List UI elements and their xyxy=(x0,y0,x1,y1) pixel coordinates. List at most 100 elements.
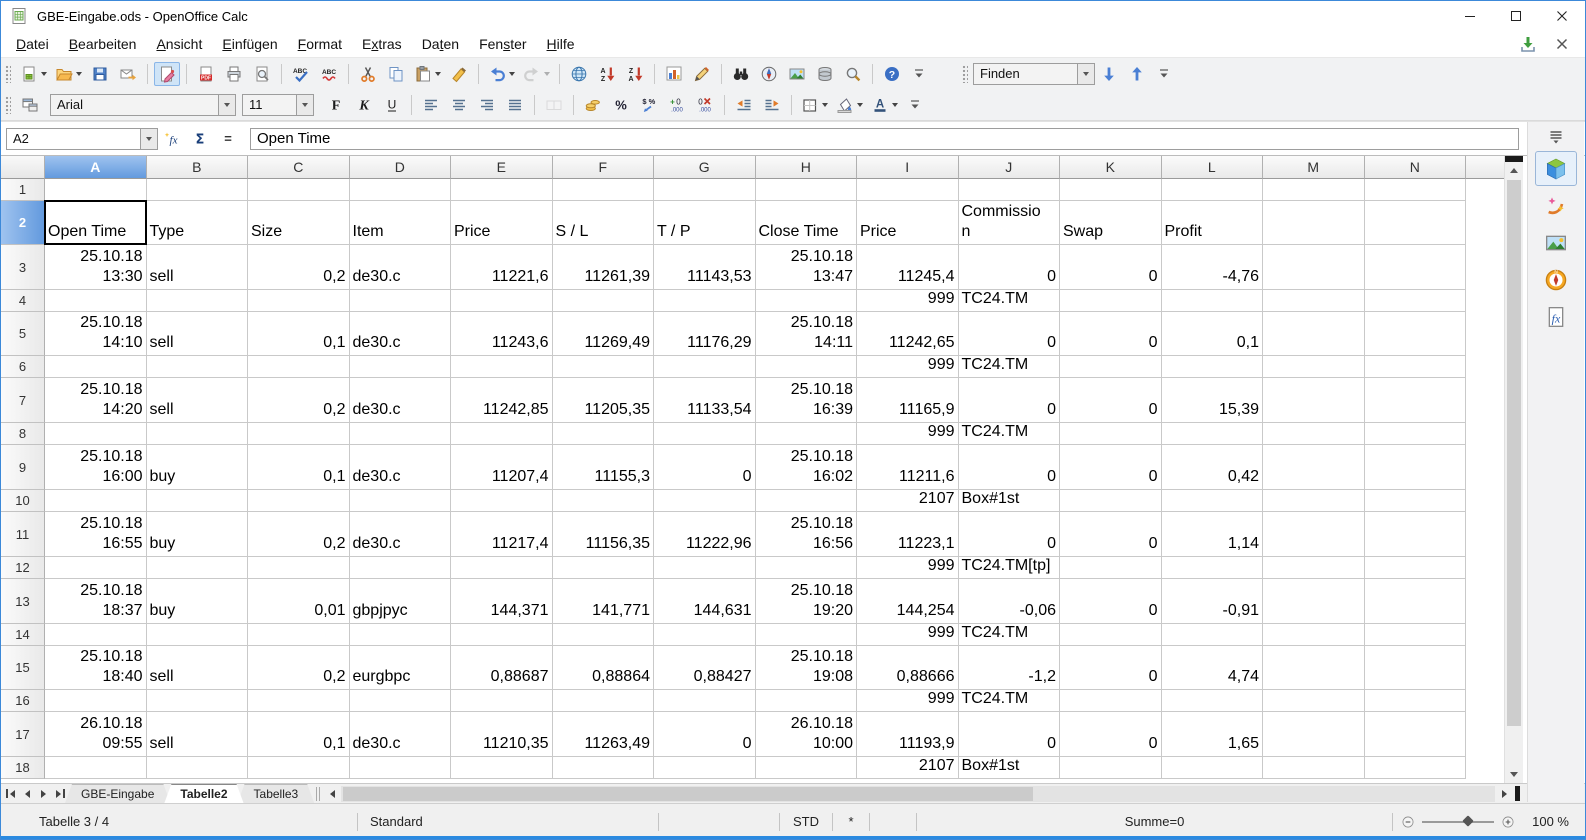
chart-button[interactable] xyxy=(661,62,687,86)
cell-L8[interactable] xyxy=(1162,423,1264,445)
borders-dropdown-icon[interactable] xyxy=(822,103,828,110)
background-color-dropdown-icon[interactable] xyxy=(857,103,863,110)
cell-F11[interactable]: 11156,35 xyxy=(553,512,655,557)
cell-F15[interactable]: 0,88864 xyxy=(553,646,655,690)
increase-indent-button[interactable] xyxy=(759,93,785,117)
data-sources-button[interactable] xyxy=(812,62,838,86)
find-input[interactable]: Finden xyxy=(973,63,1095,85)
cell-E17[interactable]: 11210,35 xyxy=(451,712,553,757)
vertical-scroll-track[interactable] xyxy=(1506,179,1522,766)
menu-daten[interactable]: Daten xyxy=(412,32,469,56)
cell-G7[interactable]: 11133,54 xyxy=(654,378,756,423)
cell-C18[interactable] xyxy=(248,757,350,779)
cell-D14[interactable] xyxy=(350,624,452,646)
edit-mode-button[interactable] xyxy=(154,62,180,86)
cell-K3[interactable]: 0 xyxy=(1060,245,1162,290)
cell-I17[interactable]: 11193,9 xyxy=(857,712,959,757)
cell-E8[interactable] xyxy=(451,423,553,445)
cell-K18[interactable] xyxy=(1060,757,1162,779)
help-button[interactable]: ? xyxy=(879,62,905,86)
cell-B7[interactable]: sell xyxy=(147,378,249,423)
cell-E6[interactable] xyxy=(451,356,553,378)
scroll-down-button[interactable] xyxy=(1505,766,1523,783)
cell-F5[interactable]: 11269,49 xyxy=(553,312,655,356)
cell-G4[interactable] xyxy=(654,290,756,312)
row-header-10[interactable]: 10 xyxy=(1,490,45,512)
sheet-position-status[interactable]: Tabelle 3 / 4 xyxy=(1,804,357,839)
cell-M13[interactable] xyxy=(1263,579,1365,624)
cell-D18[interactable] xyxy=(350,757,452,779)
cell-C16[interactable] xyxy=(248,690,350,712)
cell-N15[interactable] xyxy=(1365,646,1467,690)
cell-N11[interactable] xyxy=(1365,512,1467,557)
background-color-button[interactable] xyxy=(833,93,866,117)
name-box[interactable]: A2 xyxy=(6,128,158,150)
cell-H1[interactable] xyxy=(756,179,858,201)
zoom-button[interactable] xyxy=(840,62,866,86)
page-preview-button[interactable] xyxy=(249,62,275,86)
function-wizard-button[interactable]: fx xyxy=(159,127,185,151)
sidebar-tab-properties[interactable] xyxy=(1535,151,1577,186)
column-header-E[interactable]: E xyxy=(451,156,553,179)
cell-C17[interactable]: 0,1 xyxy=(248,712,350,757)
scroll-up-button[interactable] xyxy=(1505,162,1523,179)
column-header-L[interactable]: L xyxy=(1162,156,1264,179)
cell-N10[interactable] xyxy=(1365,490,1467,512)
cell-E11[interactable]: 11217,4 xyxy=(451,512,553,557)
row-header-16[interactable]: 16 xyxy=(1,690,45,712)
cell-I11[interactable]: 11223,1 xyxy=(857,512,959,557)
sheet-tab-tabelle2[interactable]: Tabelle2 xyxy=(164,784,243,803)
find-up-button[interactable] xyxy=(1124,62,1150,86)
cell-J14[interactable]: TC24.TM xyxy=(959,624,1061,646)
cell-K7[interactable]: 0 xyxy=(1060,378,1162,423)
cell-M17[interactable] xyxy=(1263,712,1365,757)
cell-K15[interactable]: 0 xyxy=(1060,646,1162,690)
cell-M11[interactable] xyxy=(1263,512,1365,557)
cell-E9[interactable]: 11207,4 xyxy=(451,445,553,490)
cell-I3[interactable]: 11245,4 xyxy=(857,245,959,290)
cell-A7[interactable]: 25.10.1814:20 xyxy=(45,378,147,423)
sidebar-menu-button[interactable] xyxy=(1528,122,1584,150)
cell-I12[interactable]: 999 xyxy=(857,557,959,579)
menu-hilfe[interactable]: Hilfe xyxy=(537,32,585,56)
cell-A18[interactable] xyxy=(45,757,147,779)
cell-L2[interactable]: Profit xyxy=(1162,201,1264,245)
cell-D8[interactable] xyxy=(350,423,452,445)
cell-J17[interactable]: 0 xyxy=(959,712,1061,757)
cell-A14[interactable] xyxy=(45,624,147,646)
cell-C9[interactable]: 0,1 xyxy=(248,445,350,490)
cell-J5[interactable]: 0 xyxy=(959,312,1061,356)
cell-D7[interactable]: de30.c xyxy=(350,378,452,423)
select-all-corner[interactable] xyxy=(1,156,45,179)
sheet-tab-gbeeingabe[interactable]: GBE-Eingabe xyxy=(65,784,170,803)
cell-F7[interactable]: 11205,35 xyxy=(553,378,655,423)
new-document-dropdown-icon[interactable] xyxy=(41,72,47,79)
column-header-K[interactable]: K xyxy=(1060,156,1162,179)
cell-I2[interactable]: Price xyxy=(857,201,959,245)
cell-A3[interactable]: 25.10.1813:30 xyxy=(45,245,147,290)
cell-I6[interactable]: 999 xyxy=(857,356,959,378)
row-header-2[interactable]: 2 xyxy=(1,201,45,245)
cell-E5[interactable]: 11243,6 xyxy=(451,312,553,356)
cell-H8[interactable] xyxy=(756,423,858,445)
cell-H14[interactable] xyxy=(756,624,858,646)
cell-H2[interactable]: Close Time xyxy=(756,201,858,245)
cell-B13[interactable]: buy xyxy=(147,579,249,624)
row-header-18[interactable]: 18 xyxy=(1,757,45,779)
column-header-N[interactable]: N xyxy=(1365,156,1467,179)
cell-F14[interactable] xyxy=(553,624,655,646)
overflow-button[interactable] xyxy=(1152,62,1176,86)
spellcheck-button[interactable]: ABC xyxy=(288,62,314,86)
align-justify-button[interactable] xyxy=(502,93,528,117)
scroll-right-button[interactable] xyxy=(1496,786,1512,802)
cell-L17[interactable]: 1,65 xyxy=(1162,712,1264,757)
cell-I13[interactable]: 144,254 xyxy=(857,579,959,624)
cell-H17[interactable]: 26.10.1810:00 xyxy=(756,712,858,757)
cell-E10[interactable] xyxy=(451,490,553,512)
cell-G9[interactable]: 0 xyxy=(654,445,756,490)
cell-J2[interactable]: Commission xyxy=(959,201,1061,245)
cell-M2[interactable] xyxy=(1263,201,1365,245)
cell-B4[interactable] xyxy=(147,290,249,312)
cell-D17[interactable]: de30.c xyxy=(350,712,452,757)
cell-M14[interactable] xyxy=(1263,624,1365,646)
